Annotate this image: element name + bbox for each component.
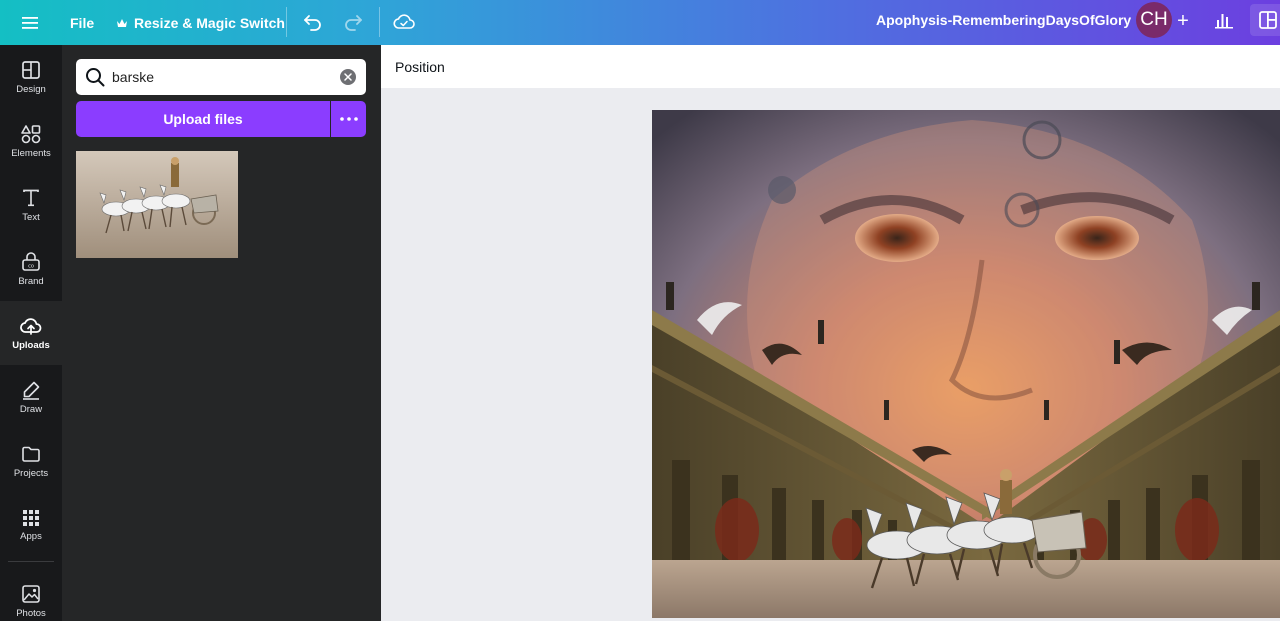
- svg-text:co: co: [28, 263, 34, 269]
- layout-icon: [22, 60, 40, 79]
- topbar-divider: [379, 7, 380, 37]
- search-box[interactable]: [76, 59, 366, 95]
- design-artwork: [652, 110, 1280, 618]
- clear-search-icon[interactable]: [340, 69, 356, 85]
- invite-plus-button[interactable]: +: [1172, 8, 1194, 34]
- hamburger-icon: [22, 17, 38, 29]
- sidebar-divider: [8, 561, 54, 562]
- search-icon: [86, 68, 105, 87]
- bar-chart-icon: [1215, 14, 1233, 29]
- upload-files-button[interactable]: Upload files: [76, 101, 330, 137]
- topbar-divider: [286, 7, 287, 37]
- search-input[interactable]: [112, 65, 332, 89]
- sidebar-item-label: Uploads: [12, 339, 50, 351]
- sidebar-item-label: Design: [16, 83, 46, 95]
- sidebar-item-label: Text: [22, 211, 40, 223]
- sidebar-item-text[interactable]: Text: [0, 173, 62, 237]
- more-dots-icon: [339, 117, 358, 121]
- sidebar-item-label: Photos: [16, 607, 46, 619]
- sidebar-item-projects[interactable]: Projects: [0, 429, 62, 493]
- menu-button[interactable]: [14, 10, 46, 36]
- undo-button[interactable]: [298, 8, 328, 36]
- photo-icon: [22, 584, 40, 603]
- sidebar-item-label: Draw: [19, 403, 43, 415]
- sidebar-item-apps[interactable]: Apps: [0, 493, 62, 557]
- file-menu-button[interactable]: File: [62, 10, 102, 36]
- shapes-icon: [21, 124, 41, 143]
- undo-icon: [304, 15, 321, 31]
- left-sidebar: Design Elements Text co Brand Uploads Dr…: [0, 45, 62, 621]
- sidebar-item-uploads[interactable]: Uploads: [0, 301, 62, 365]
- more-options-button[interactable]: [331, 101, 366, 137]
- sidebar-item-photos[interactable]: Photos: [0, 569, 62, 621]
- sidebar-item-label: Brand: [18, 275, 44, 287]
- uploads-panel: Upload files: [62, 45, 381, 621]
- uploaded-image-thumbnail[interactable]: [76, 151, 238, 258]
- pen-icon: [23, 381, 40, 400]
- save-status-button[interactable]: [389, 7, 419, 35]
- text-icon: [23, 189, 39, 206]
- cloud-check-icon: [393, 14, 415, 29]
- insights-button[interactable]: [1204, 6, 1244, 34]
- top-bar: File Resize & Magic Switch Apophysis-Rem…: [0, 0, 1280, 45]
- panel-layout-icon: [1259, 11, 1277, 29]
- position-button[interactable]: Position: [389, 54, 451, 80]
- grid-icon: [23, 509, 39, 526]
- redo-icon: [345, 15, 362, 31]
- brand-icon: co: [22, 251, 40, 271]
- magic-crown-icon: [117, 19, 127, 27]
- sidebar-item-design[interactable]: Design: [0, 45, 62, 109]
- context-toolbar: Position: [381, 45, 1280, 88]
- sidebar-item-label: Apps: [20, 530, 42, 542]
- avatar[interactable]: CH: [1136, 2, 1172, 38]
- sidebar-item-draw[interactable]: Draw: [0, 365, 62, 429]
- redo-button[interactable]: [338, 8, 368, 36]
- document-title[interactable]: Apophysis-RememberingDaysOfGlory: [876, 12, 1131, 28]
- resize-magic-switch-button[interactable]: Resize & Magic Switch: [108, 10, 293, 36]
- design-page-image[interactable]: [652, 110, 1280, 618]
- folder-icon: [22, 446, 40, 462]
- canvas-area: [381, 88, 1280, 621]
- resize-label: Resize & Magic Switch: [134, 15, 285, 31]
- sidebar-item-label: Projects: [13, 467, 49, 479]
- share-panel-button[interactable]: [1250, 4, 1280, 36]
- sidebar-item-elements[interactable]: Elements: [0, 109, 62, 173]
- cloud-upload-icon: [20, 317, 42, 335]
- sidebar-item-label: Elements: [11, 147, 51, 159]
- sidebar-item-brand[interactable]: co Brand: [0, 237, 62, 301]
